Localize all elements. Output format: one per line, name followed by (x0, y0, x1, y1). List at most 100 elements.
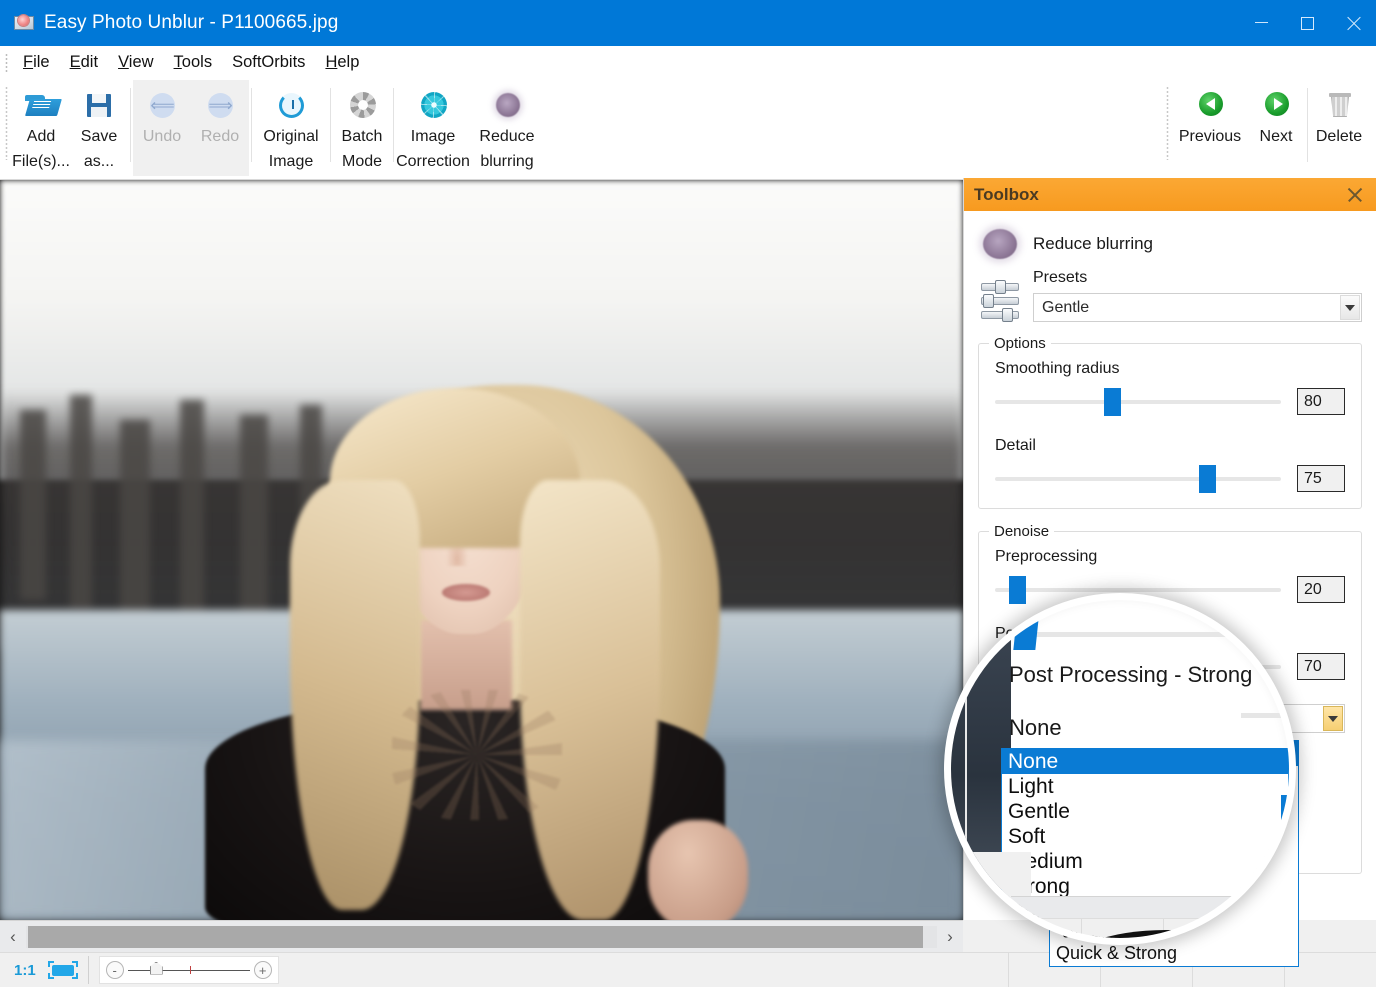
title-bar: Easy Photo Unblur - P1100665.jpg (0, 0, 1376, 46)
active-tool-header: Reduce blurring (978, 223, 1362, 265)
magnifier-lens: Post Processing - Strong None None Light… (944, 593, 1296, 945)
magnified-option-soft[interactable]: Soft (1002, 824, 1288, 849)
batch-mode-button[interactable]: Batch Mode (333, 80, 391, 174)
add-files-button[interactable]: Add File(s)... (12, 80, 70, 174)
menu-grip[interactable] (5, 53, 8, 73)
maximize-button[interactable] (1284, 0, 1330, 46)
undo-label: Undo (143, 124, 181, 149)
original-image-button[interactable]: Original Image (254, 80, 328, 174)
reduce-blurring-tool-icon (978, 229, 1022, 259)
menu-bar: FFileile Edit View Tools SoftOrbits Help (0, 46, 1376, 80)
zoom-out-button[interactable]: - (106, 961, 124, 979)
menu-item-edit[interactable]: Edit (60, 50, 108, 75)
toolbox-title-bar: Toolbox (964, 178, 1376, 211)
previous-button[interactable]: Previous (1173, 80, 1247, 149)
toolbar-right-group: Previous Next Delete (1161, 80, 1376, 162)
detail-thumb[interactable] (1199, 465, 1216, 493)
scroll-thumb[interactable] (28, 926, 923, 948)
toolbar-separator-4 (393, 88, 394, 162)
close-button[interactable] (1330, 0, 1376, 46)
zoom-ratio-label[interactable]: 1:1 (14, 962, 36, 979)
blur-blob-icon (490, 88, 524, 122)
preprocessing-label: Preprocessing (995, 548, 1345, 566)
magnified-option-medium[interactable]: Medium (1002, 849, 1288, 874)
original-image-label-2: Image (269, 149, 313, 174)
magnified-time-label: Time (s): 0.1 (953, 925, 1042, 943)
reduce-blurring-label-1: Reduce (479, 124, 534, 149)
image-correction-label-2: Correction (396, 149, 470, 174)
toolbar-separator-5 (1307, 88, 1308, 162)
redo-button[interactable]: ⟹ Redo (191, 80, 249, 149)
undo-button[interactable]: ⟸ Undo (133, 80, 191, 149)
scroll-left-icon[interactable]: ‹ (0, 922, 26, 952)
toolbar-right-grip[interactable] (1166, 86, 1169, 160)
smoothing-radius-slider[interactable] (995, 400, 1281, 404)
postprocessing-chevron-down-icon[interactable] (1323, 706, 1343, 731)
menu-item-softorbits[interactable]: SoftOrbits (222, 50, 315, 75)
photo-preview (0, 180, 963, 920)
preprocessing-slider[interactable] (995, 588, 1281, 592)
undo-redo-group: ⟸ Undo ⟹ Redo (133, 80, 249, 176)
scroll-track[interactable] (26, 926, 937, 948)
magnified-postprocessing-track (1241, 713, 1296, 718)
magnified-postprocessing-selected: None (1009, 715, 1062, 741)
magnified-option-light[interactable]: Light (1002, 774, 1288, 799)
denoise-legend: Denoise (989, 523, 1054, 540)
preprocessing-value[interactable]: 20 (1297, 576, 1345, 603)
next-label: Next (1260, 124, 1293, 149)
toolbar-separator-3 (330, 88, 331, 162)
magnified-preprocessing-thumb (1013, 618, 1038, 650)
magnified-preprocessing-track (951, 632, 1296, 637)
presets-label: Presets (1033, 269, 1362, 287)
minimize-icon (1255, 22, 1268, 23)
reduce-blurring-button[interactable]: Reduce blurring (470, 80, 544, 174)
zoom-track[interactable] (128, 970, 250, 971)
magnified-option-gentle[interactable]: Gentle (1002, 799, 1288, 824)
save-as-button[interactable]: Save as... (70, 80, 128, 174)
zoom-in-button[interactable]: + (254, 961, 272, 979)
zoom-home-handle[interactable] (150, 962, 163, 975)
window-controls (1238, 0, 1376, 46)
add-files-label-1: Add (27, 124, 55, 149)
toolbox-close-icon[interactable] (1344, 184, 1366, 206)
save-as-label-1: Save (81, 124, 117, 149)
menu-item-help[interactable]: Help (315, 50, 369, 75)
batch-mode-label-1: Batch (342, 124, 383, 149)
menu-item-tools[interactable]: Tools (164, 50, 223, 75)
batch-mode-label-2: Mode (342, 149, 382, 174)
postprocessing-value[interactable]: 70 (1297, 653, 1345, 680)
presets-dropdown[interactable]: Gentle (1033, 293, 1362, 322)
presets-row: Presets Gentle (978, 269, 1362, 325)
magnifier-content: Post Processing - Strong None None Light… (951, 600, 1296, 945)
detail-slider[interactable] (995, 477, 1281, 481)
close-icon (1346, 16, 1361, 31)
detail-label: Detail (995, 437, 1345, 455)
zoom-slider-control[interactable]: - + (99, 956, 279, 984)
minimize-button[interactable] (1238, 0, 1284, 46)
magnified-option-none[interactable]: None (1002, 749, 1288, 774)
next-button[interactable]: Next (1247, 80, 1305, 149)
menu-item-file[interactable]: FFileile (13, 50, 60, 75)
smoothing-radius-thumb[interactable] (1104, 388, 1121, 416)
detail-value[interactable]: 75 (1297, 465, 1345, 492)
window-title: Easy Photo Unblur - P1100665.jpg (44, 12, 338, 34)
smoothing-radius-value[interactable]: 80 (1297, 388, 1345, 415)
image-canvas[interactable] (0, 180, 963, 920)
image-correction-button[interactable]: Image Correction (396, 80, 470, 174)
previous-label: Previous (1179, 124, 1241, 149)
add-files-label-2: File(s)... (12, 149, 70, 174)
toolbar-grip[interactable] (5, 86, 8, 160)
reduce-blurring-label-2: blurring (480, 149, 533, 174)
presets-chevron-down-icon[interactable] (1340, 295, 1360, 320)
toolbar: Add File(s)... Save as... ⟸ Undo ⟹ Redo … (0, 80, 1376, 180)
options-legend: Options (989, 335, 1051, 352)
menu-item-view[interactable]: View (108, 50, 163, 75)
trash-icon (1322, 88, 1356, 122)
delete-button[interactable]: Delete (1310, 80, 1368, 149)
option-quick-strong[interactable]: Quick & Strong (1050, 941, 1298, 966)
fit-to-screen-icon[interactable] (48, 961, 78, 979)
toolbox-title: Toolbox (974, 185, 1039, 205)
next-arrow-icon (1259, 88, 1293, 122)
smoothing-radius-label: Smoothing radius (995, 360, 1345, 378)
canvas-horizontal-scrollbar[interactable]: ‹ › (0, 920, 963, 952)
